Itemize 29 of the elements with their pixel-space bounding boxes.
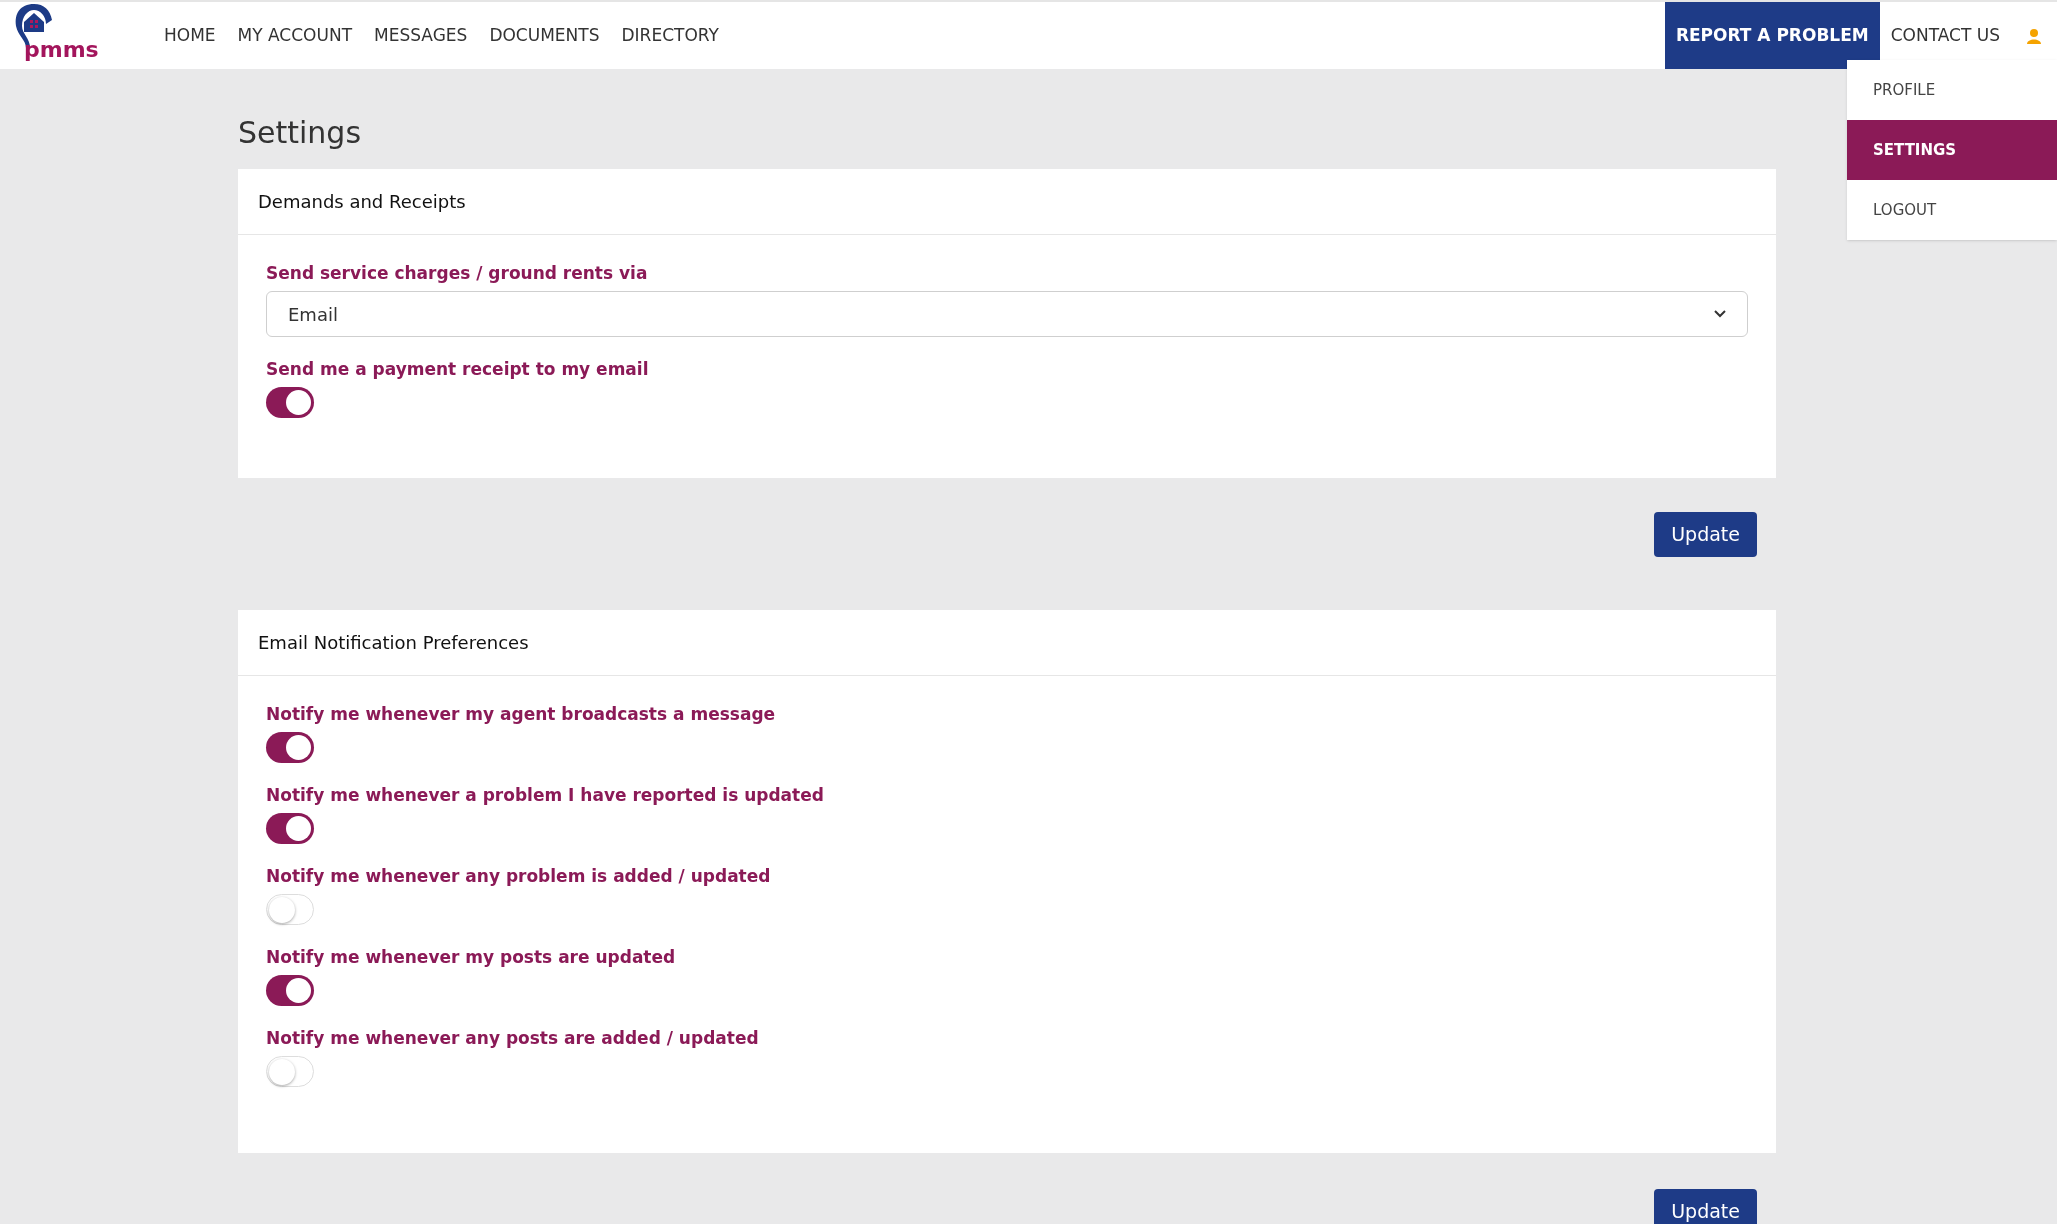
nav-link[interactable]: DIRECTORY	[621, 22, 719, 49]
field-label: Notify me whenever my agent broadcasts a message	[266, 703, 777, 726]
chevron-down-icon	[1714, 310, 1726, 318]
nav-link[interactable]: DOCUMENTS	[489, 22, 600, 49]
page-title: Settings	[238, 114, 363, 152]
toggle-switch[interactable]	[266, 894, 314, 925]
menu-item[interactable]: LOGOUT	[1847, 180, 2057, 240]
toggle-switch[interactable]	[266, 813, 314, 844]
logo-text: pmms	[24, 38, 99, 62]
field-label: Notify me whenever my posts are updated	[266, 946, 677, 969]
select-field[interactable]: Email	[266, 291, 1748, 337]
nav-link[interactable]: MESSAGES	[374, 22, 468, 49]
field-label: Notify me whenever any problem is added / updated	[266, 865, 772, 888]
menu-item[interactable]: SETTINGS	[1847, 120, 2057, 180]
field-label: Notify me whenever any posts are added / updated	[266, 1027, 760, 1050]
update-button[interactable]: Update	[1654, 512, 1757, 557]
field-label: Send me a payment receipt to my email	[266, 358, 650, 381]
nav-link[interactable]: MY ACCOUNT	[237, 22, 353, 49]
card-title: Email Notification Preferences	[258, 631, 529, 655]
report-problem-button[interactable]: REPORT A PROBLEM	[1664, 2, 1880, 69]
toggle-switch[interactable]	[266, 387, 314, 418]
toggle-switch[interactable]	[266, 732, 314, 763]
card-title: Demands and Receipts	[258, 190, 466, 214]
field-label: Notify me whenever a problem I have reported is updated	[266, 784, 825, 807]
update-button[interactable]: Update	[1654, 1189, 1757, 1224]
nav-link[interactable]: HOME	[164, 22, 216, 49]
toggle-switch[interactable]	[266, 975, 314, 1006]
toggle-switch[interactable]	[266, 1056, 314, 1087]
field-label: Send service charges / ground rents via	[266, 262, 649, 285]
